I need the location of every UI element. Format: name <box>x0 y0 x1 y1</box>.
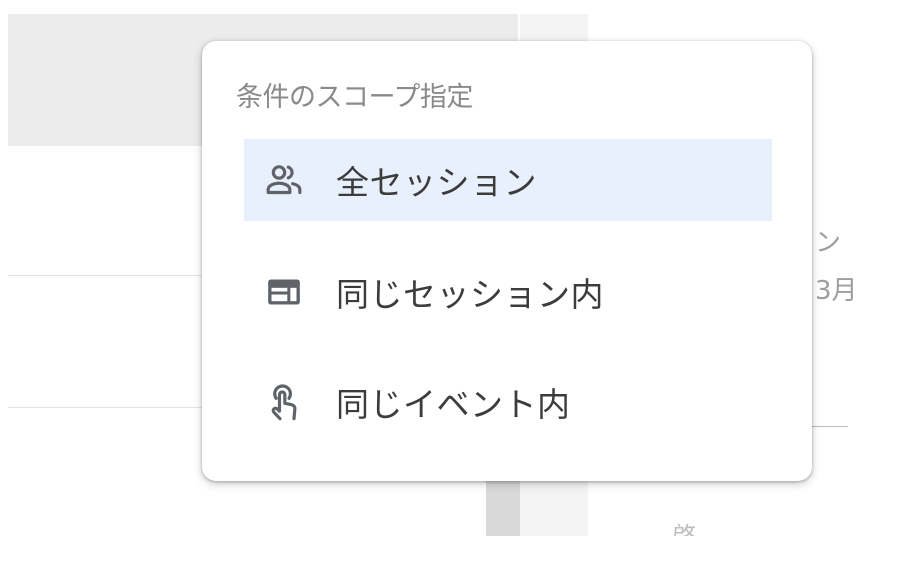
condition-scope-menu: 条件のスコープ指定 全セッション 同じセッション内 同じイベント内 <box>202 41 812 481</box>
background-text: 啓 <box>672 522 696 536</box>
touch-hand-icon <box>258 376 310 428</box>
menu-item-same-event[interactable]: 同じイベント内 <box>244 361 772 443</box>
menu-heading: 条件のスコープ指定 <box>236 82 473 113</box>
menu-item-label: 同じイベント内 <box>336 385 571 424</box>
background-divider <box>812 426 848 427</box>
people-icon <box>258 154 310 206</box>
menu-item-label: 同じセッション内 <box>336 275 604 314</box>
background-text: ン <box>815 228 842 258</box>
web-layout-icon <box>258 266 310 318</box>
app-background: ン 3月 啓 条件のスコープ指定 全セッション 同じセッション内 同じイベント内 <box>0 0 900 564</box>
menu-item-all-sessions[interactable]: 全セッション <box>244 139 772 221</box>
background-text: 3月 <box>815 276 858 306</box>
menu-item-same-session[interactable]: 同じセッション内 <box>244 251 772 333</box>
menu-item-label: 全セッション <box>336 163 537 202</box>
